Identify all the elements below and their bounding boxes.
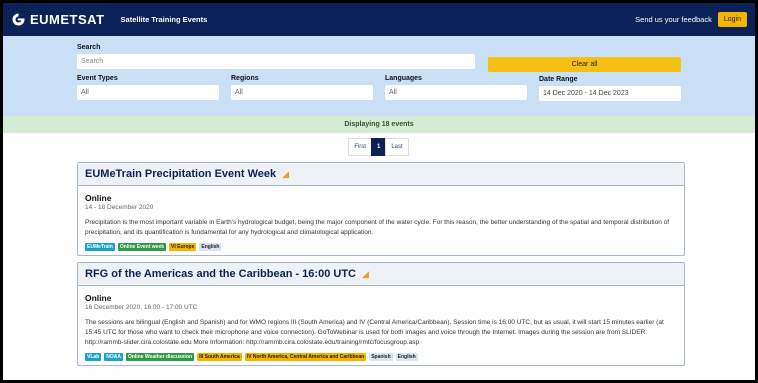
page-first-button[interactable]: First bbox=[348, 138, 372, 156]
feedback-link[interactable]: Send us your feedback bbox=[635, 15, 712, 24]
regions-select[interactable]: All bbox=[231, 85, 373, 100]
search-input[interactable]: Search bbox=[77, 54, 475, 69]
top-navbar: EUMETSAT Satellite Training Events Send … bbox=[3, 3, 755, 36]
event-card-header: EUMeTrain Precipitation Event Week ◢ bbox=[78, 163, 684, 186]
rss-icon[interactable]: ◢ bbox=[282, 169, 289, 180]
event-tag[interactable]: Online Event week bbox=[117, 243, 167, 251]
clear-all-button[interactable]: Clear all bbox=[488, 57, 681, 72]
filter-panel: Search Search Clear all Event Types All … bbox=[3, 36, 755, 116]
event-mode: Online bbox=[85, 193, 112, 203]
results-count: Displaying 18 events bbox=[3, 116, 755, 133]
event-mode: Online bbox=[85, 293, 112, 303]
eumetsat-logo[interactable]: EUMETSAT bbox=[11, 12, 105, 27]
languages-select[interactable]: All bbox=[385, 85, 527, 100]
languages-filter: Languages All bbox=[385, 75, 539, 101]
page: EUMETSAT Satellite Training Events Send … bbox=[3, 3, 755, 380]
event-types-filter: Event Types All bbox=[77, 75, 231, 101]
event-tag[interactable]: English bbox=[199, 243, 222, 251]
event-types-select[interactable]: All bbox=[77, 85, 219, 100]
event-description: Precipitation is the most important vari… bbox=[85, 219, 670, 236]
page-last-button[interactable]: Last bbox=[385, 138, 409, 156]
languages-label: Languages bbox=[385, 75, 422, 82]
event-tags: VLab NOAA Online Weather discussion III Sou… bbox=[85, 353, 677, 361]
event-tag[interactable]: IV North America, Central America and Ca… bbox=[244, 353, 367, 361]
event-card-body: Online 14 - 18 December 2020 Precipitati… bbox=[78, 186, 684, 255]
search-label: Search bbox=[77, 44, 101, 51]
event-card-header: RFG of the Americas and the Caribbean - … bbox=[78, 263, 684, 286]
event-types-label: Event Types bbox=[77, 75, 118, 82]
login-button[interactable]: Login bbox=[717, 12, 747, 27]
event-date: 14 - 18 December 2020 bbox=[85, 204, 154, 211]
event-tag[interactable]: III South America bbox=[197, 353, 242, 361]
event-date: 16 December 2020, 16:00 - 17:00 UTC bbox=[85, 304, 198, 311]
event-tag[interactable]: English bbox=[395, 353, 418, 361]
site-subtitle[interactable]: Satellite Training Events bbox=[121, 15, 208, 24]
event-card: EUMeTrain Precipitation Event Week ◢ Onl… bbox=[77, 162, 685, 256]
page-current-button[interactable]: 1 bbox=[370, 138, 387, 156]
event-title[interactable]: RFG of the Americas and the Caribbean - … bbox=[85, 268, 356, 280]
event-card: RFG of the Americas and the Caribbean - … bbox=[77, 262, 685, 366]
event-card-body: Online 16 December 2020, 16:00 - 17:00 U… bbox=[78, 286, 684, 365]
event-tag[interactable]: EUMeTrain bbox=[85, 243, 115, 251]
date-range-filter: Date Range 14 Dec 2020 - 14 Dec 2023 bbox=[539, 76, 693, 101]
event-tags: EUMeTrain Online Event week VI Europe Engli… bbox=[85, 243, 677, 251]
regions-label: Regions bbox=[231, 75, 259, 82]
rss-icon[interactable]: ◢ bbox=[362, 269, 369, 280]
eumetsat-logo-icon bbox=[12, 13, 25, 26]
event-title[interactable]: EUMeTrain Precipitation Event Week bbox=[85, 168, 276, 180]
event-tag[interactable]: Spanish bbox=[369, 353, 393, 361]
event-tag[interactable]: VLab bbox=[85, 353, 102, 361]
event-tag[interactable]: VI Europe bbox=[169, 243, 197, 251]
pagination: First 1 Last bbox=[3, 138, 755, 156]
event-description: The sessions are bilingual (English and … bbox=[85, 319, 664, 346]
date-range-input[interactable]: 14 Dec 2020 - 14 Dec 2023 bbox=[539, 86, 681, 101]
date-range-label: Date Range bbox=[539, 76, 578, 83]
event-tag[interactable]: NOAA bbox=[104, 353, 123, 361]
event-tag[interactable]: Online Weather discussion bbox=[125, 353, 195, 361]
regions-filter: Regions All bbox=[231, 75, 385, 101]
brand-name: EUMETSAT bbox=[30, 12, 105, 27]
